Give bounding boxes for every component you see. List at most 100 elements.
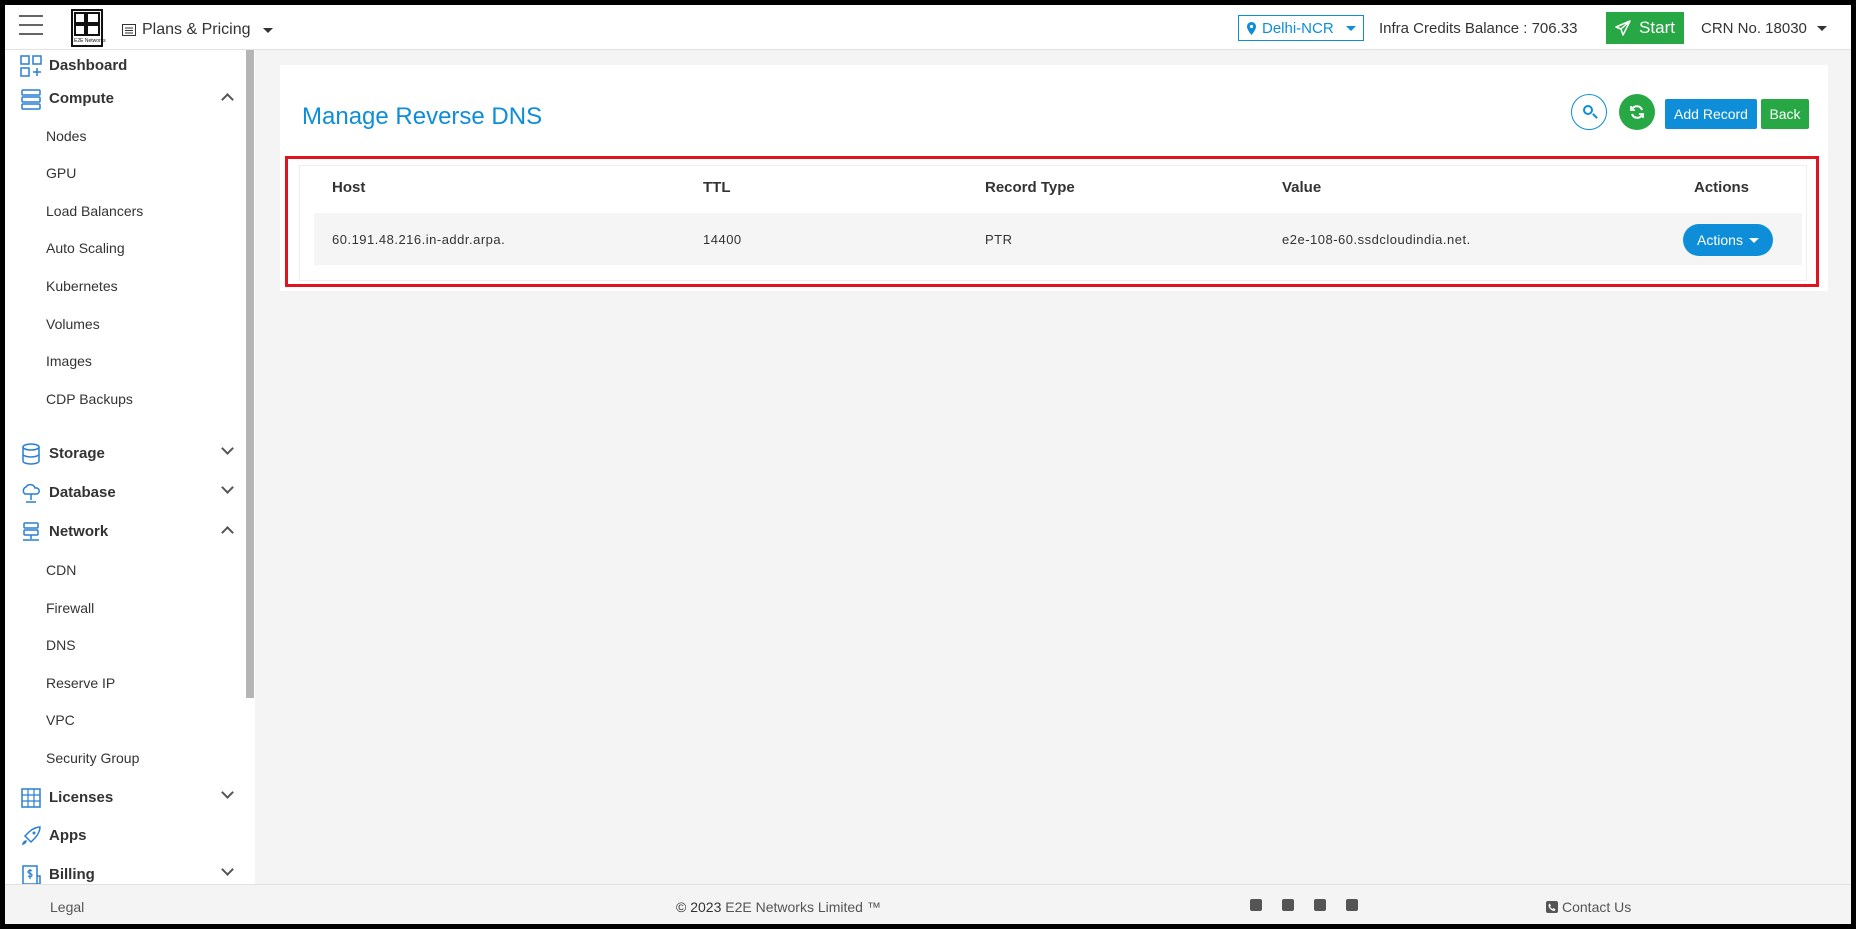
add-record-button[interactable]: Add Record [1665, 99, 1757, 129]
back-button[interactable]: Back [1761, 99, 1809, 129]
sidebar-item-storage[interactable]: Storage [5, 438, 245, 470]
sidebar-item-dashboard[interactable]: Dashboard [5, 50, 245, 82]
sidebar-item-label: Kubernetes [46, 278, 118, 294]
sidebar-item-auto-scaling[interactable]: Auto Scaling [5, 232, 245, 264]
sidebar-item-label: Database [49, 484, 116, 501]
sidebar-item-label: Load Balancers [46, 203, 144, 219]
copyright-year: © 2023 [676, 899, 722, 915]
sidebar-item-load-balancers[interactable]: Load Balancers [5, 195, 245, 227]
twitter-icon[interactable] [1314, 899, 1326, 911]
sidebar-item-network[interactable]: Network [5, 516, 245, 548]
search-icon-handle [1592, 113, 1598, 119]
logo-text: E2E Networks [74, 38, 106, 44]
sidebar-item-label: Compute [49, 90, 114, 107]
sidebar-item-label: CDN [46, 562, 77, 578]
server-icon [21, 89, 41, 110]
sidebar-item-cdn[interactable]: CDN [5, 554, 245, 586]
sidebar-item-reserve-ip[interactable]: Reserve IP [5, 667, 245, 699]
caret-down-icon [1345, 25, 1356, 31]
sidebar-item-dns[interactable]: DNS [5, 629, 245, 661]
company-link[interactable]: E2E Networks Limited ™ [725, 899, 881, 915]
sidebar-item-label: Volumes [46, 316, 100, 332]
top-navbar: E2E Networks Plans & Pricing Delhi-NCR I… [5, 5, 1851, 50]
search-button[interactable] [1571, 94, 1607, 130]
sidebar-item-images[interactable]: Images [5, 345, 245, 377]
facebook-icon[interactable] [1282, 899, 1294, 911]
legal-link[interactable]: Legal [50, 899, 84, 915]
phone-icon [1546, 901, 1558, 913]
sidebar-item-label: DNS [46, 637, 76, 653]
refresh-icon [1630, 105, 1644, 119]
list-icon [122, 24, 136, 36]
sidebar-item-kubernetes[interactable]: Kubernetes [5, 270, 245, 302]
crn-dropdown[interactable]: CRN No. 18030 [1701, 20, 1827, 37]
sidebar-item-label: Licenses [49, 789, 114, 806]
rss-icon[interactable] [1346, 899, 1358, 911]
e2e-logo[interactable]: E2E Networks [71, 9, 106, 47]
contact-us-link[interactable]: Contact Us [1546, 899, 1631, 915]
sidebar-item-label: GPU [46, 165, 77, 181]
plans-pricing-dropdown[interactable]: Plans & Pricing [122, 21, 273, 39]
sidebar-item-label: Dashboard [49, 57, 128, 74]
sidebar-item-label: Storage [49, 445, 105, 462]
region-selector[interactable]: Delhi-NCR [1238, 15, 1364, 41]
app-frame: E2E Networks Plans & Pricing Delhi-NCR I… [5, 5, 1851, 924]
sidebar-item-vpc[interactable]: VPC [5, 704, 245, 736]
sidebar-item-label: Auto Scaling [46, 240, 125, 256]
start-button[interactable]: Start [1606, 12, 1684, 44]
footer: Legal © 2023 E2E Networks Limited ™ Cont… [5, 884, 1851, 924]
dashboard-grid-icon [20, 55, 42, 77]
caret-down-icon [1816, 26, 1827, 31]
sidebar-scrollbar[interactable] [246, 50, 254, 698]
chevron-up-icon [221, 93, 234, 106]
sidebar-item-label: Billing [49, 866, 95, 883]
database-cylinder-icon [22, 443, 40, 465]
cloud-database-icon [22, 483, 40, 503]
sidebar-item-database[interactable]: Database [5, 477, 245, 509]
sidebar-item-nodes[interactable]: Nodes [5, 120, 245, 152]
chevron-up-icon [221, 526, 234, 539]
billing-icon [22, 865, 41, 884]
sidebar-item-apps[interactable]: Apps [5, 820, 245, 852]
paper-plane-icon [1615, 20, 1631, 36]
sidebar-item-label: Firewall [46, 600, 95, 616]
page-title: Manage Reverse DNS [302, 103, 543, 130]
chevron-down-icon [221, 442, 234, 455]
sidebar-item-label: Network [49, 523, 109, 540]
chevron-down-icon [221, 863, 234, 876]
table-highlight-box [285, 156, 1819, 287]
chevron-down-icon [221, 481, 234, 494]
sidebar-item-compute[interactable]: Compute [5, 83, 245, 115]
chevron-down-icon [221, 786, 234, 799]
region-label: Delhi-NCR [1262, 19, 1334, 37]
sidebar-item-licenses[interactable]: Licenses [5, 782, 245, 814]
start-label: Start [1639, 18, 1675, 37]
sidebar-item-label: Reserve IP [46, 675, 116, 691]
plans-pricing-label: Plans & Pricing [142, 21, 251, 38]
copyright-text: © 2023 E2E Networks Limited ™ [676, 899, 881, 915]
licenses-table-icon [21, 788, 41, 808]
sidebar-item-firewall[interactable]: Firewall [5, 592, 245, 624]
sidebar-item-cdp-backups[interactable]: CDP Backups [5, 383, 245, 415]
sidebar: Dashboard Compute Nodes GPU Load Balance… [5, 50, 245, 884]
crn-label: CRN No. 18030 [1701, 20, 1807, 37]
sidebar-item-billing[interactable]: Billing [5, 859, 245, 884]
contact-us-label: Contact Us [1562, 899, 1632, 915]
sidebar-item-label: CDP Backups [46, 391, 133, 407]
infra-credits-balance: Infra Credits Balance : 706.33 [1379, 20, 1578, 37]
sidebar-item-label: VPC [46, 712, 75, 728]
sidebar-item-label: Security Group [46, 750, 140, 766]
rocket-icon [21, 826, 41, 846]
sidebar-item-label: Nodes [46, 128, 87, 144]
linkedin-icon[interactable] [1250, 899, 1262, 911]
sidebar-item-label: Images [46, 353, 92, 369]
network-icon [23, 522, 39, 541]
sidebar-item-gpu[interactable]: GPU [5, 157, 245, 189]
sidebar-item-label: Apps [49, 827, 87, 844]
caret-down-icon [262, 27, 273, 33]
refresh-button[interactable] [1619, 94, 1655, 130]
sidebar-item-security-group[interactable]: Security Group [5, 742, 245, 774]
map-marker-icon [1247, 21, 1256, 35]
hamburger-menu-icon[interactable] [19, 15, 43, 37]
sidebar-item-volumes[interactable]: Volumes [5, 308, 245, 340]
